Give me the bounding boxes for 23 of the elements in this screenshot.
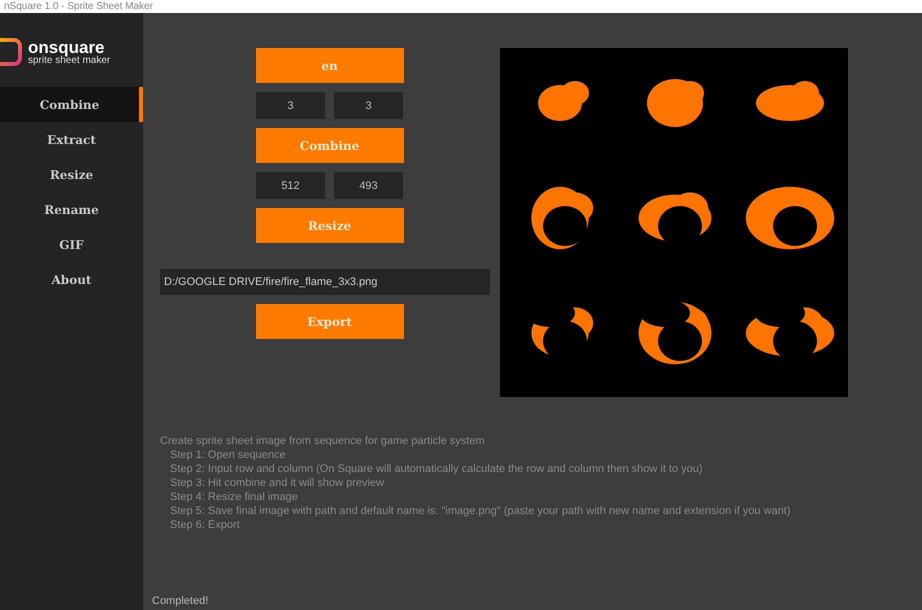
instruction-step: Step 6: Export bbox=[160, 518, 922, 532]
sidebar-item[interactable]: Rename bbox=[0, 192, 143, 227]
logo-tagline: sprite sheet maker bbox=[28, 56, 110, 66]
number-field[interactable]: 512 bbox=[256, 172, 325, 199]
status-text: Completed! bbox=[152, 594, 210, 608]
instruction-step: Step 5: Save final image with path and default name is: "image.png" (paste your path with new name and extension if you want) bbox=[160, 504, 922, 518]
instructions-text: Create sprite sheet image from sequence for game particle system bbox=[160, 434, 486, 448]
number-field[interactable]: 3 bbox=[256, 92, 325, 119]
window-title: nSquare 1.0 - Sprite Sheet Maker bbox=[4, 0, 153, 12]
sidebar-item[interactable]: Resize bbox=[0, 157, 143, 192]
logo-name: onsquare bbox=[28, 38, 105, 56]
instruction-step: Step 4: Resize final image bbox=[160, 490, 922, 504]
number-field[interactable]: 493 bbox=[334, 172, 403, 199]
instruction-step: Step 2: Input row and column (On Square will automatically calculate the row and column then show it to you) bbox=[160, 462, 922, 476]
sidebar-item[interactable]: About bbox=[0, 262, 143, 297]
sidebar-item[interactable]: GIF bbox=[0, 227, 143, 262]
instruction-step: Step 3: Hit combine and it will show preview bbox=[160, 476, 922, 490]
sidebar-item[interactable]: Extract bbox=[0, 122, 143, 157]
logo-icon bbox=[0, 37, 24, 67]
number-field[interactable]: 3 bbox=[334, 92, 403, 119]
instruction-step: Step 1: Open sequence bbox=[160, 448, 922, 462]
path-field[interactable]: D:/GOOGLE DRIVE/fire/fire_flame_3x3.png bbox=[160, 269, 490, 295]
sidebar-item[interactable]: Combine bbox=[0, 87, 143, 122]
